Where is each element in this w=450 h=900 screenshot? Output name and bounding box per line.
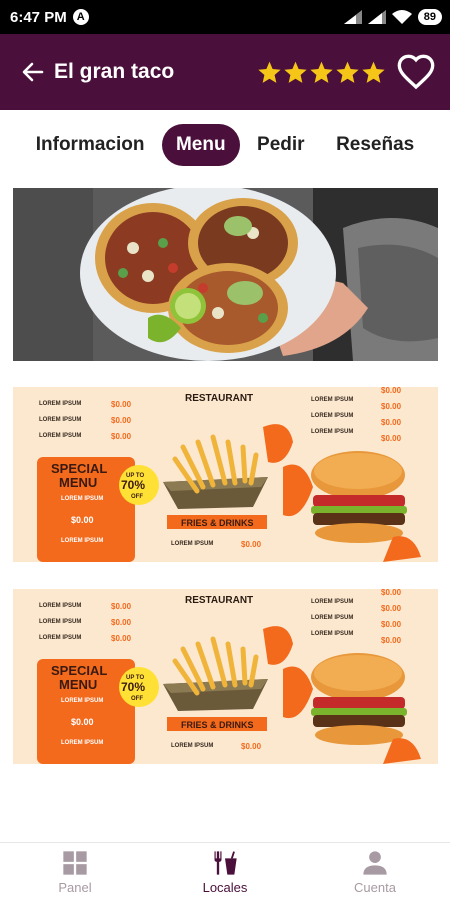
menu-item-price: $0.00 [381,402,402,411]
menu-item-price: $0.00 [111,432,132,441]
menu-item-label: LOREM IPSUM [39,417,81,423]
menu-item-price: $0.00 [241,540,262,549]
menu-item-label: LOREM IPSUM [311,631,353,637]
discount-label: 70% [121,478,145,492]
discount-label: 70% [121,680,145,694]
menu-item-label: LOREM IPSUM [61,740,103,746]
status-time: 6:47 PM [10,8,67,26]
status-indicators: 89 [343,9,442,25]
nav-item-panel[interactable]: Panel [0,843,150,900]
status-bar: 6:47 PM A 89 [0,0,450,34]
menu-label: MENU [59,677,97,692]
rating-stars [257,60,386,85]
menu-label: MENU [59,475,97,490]
nav-label-cuenta: Cuenta [354,879,396,895]
menu-card-image: LOREM IPSUM LOREM IPSUM LOREM IPSUM $0.0… [13,387,438,562]
menu-item-price: $0.00 [71,515,94,525]
menu-item-price: $0.00 [381,387,402,395]
menu-item-label: LOREM IPSUM [61,538,103,544]
menu-card: LOREM IPSUM LOREM IPSUM LOREM IPSUM $0.0… [13,589,438,764]
nav-label-locales: Locales [202,879,248,895]
menu-item-label: LOREM IPSUM [171,541,213,547]
menu-item-label: LOREM IPSUM [61,496,103,502]
menu-item-price: $0.00 [111,602,132,611]
menu-card: LOREM IPSUM LOREM IPSUM LOREM IPSUM $0.0… [13,387,438,562]
menu-item-label: LOREM IPSUM [171,743,213,749]
tab-resenas[interactable]: Reseñas [322,124,428,166]
menu-item-price: $0.00 [381,434,402,443]
menu-item-price: $0.00 [111,618,132,627]
off-label: OFF [131,696,143,702]
menu-item-price: $0.00 [381,604,402,613]
menu-item-label: LOREM IPSUM [311,413,353,419]
status-app-icon: A [72,9,89,25]
menu-item-label: LOREM IPSUM [39,619,81,625]
menu-item-label: LOREM IPSUM [39,433,81,439]
tacos-photo [13,188,438,361]
wifi-icon [391,10,412,24]
menu-item-label: LOREM IPSUM [39,603,81,609]
tab-bar: Informacion Menu Pedir Reseñas [0,120,450,170]
star-icon [284,61,307,83]
menu-item-price: $0.00 [111,400,132,409]
star-icon [310,61,333,83]
fork-cup-icon [214,850,237,875]
menu-item-price: $0.00 [381,636,402,645]
bottom-navigation: Panel Locales Cuenta [0,842,450,900]
menu-item-label: LOREM IPSUM [61,698,103,704]
nav-item-cuenta[interactable]: Cuenta [300,843,450,900]
special-label: SPECIAL [51,663,107,678]
fries-drinks-label: FRIES & DRINKS [181,518,254,528]
special-label: SPECIAL [51,461,107,476]
menu-item-price: $0.00 [111,416,132,425]
menu-item-price: $0.00 [241,742,262,751]
off-label: OFF [131,494,143,500]
app-bar: El gran taco [0,34,450,110]
restaurant-title: RESTAURANT [185,393,253,404]
menu-item-label: LOREM IPSUM [39,635,81,641]
back-arrow-icon[interactable] [18,57,48,87]
grid-icon [63,850,87,875]
nav-item-locales[interactable]: Locales [150,843,300,900]
menu-item-label: LOREM IPSUM [311,615,353,621]
favorite-heart-icon[interactable] [396,52,436,92]
menu-content: LOREM IPSUM LOREM IPSUM LOREM IPSUM $0.0… [13,188,438,764]
menu-item-label: LOREM IPSUM [311,397,353,403]
tacos-image [13,188,438,361]
menu-item-label: LOREM IPSUM [311,429,353,435]
signal-icon [343,10,362,24]
menu-item-price: $0.00 [381,589,402,597]
menu-item-price: $0.00 [381,418,402,427]
fries-drinks-label: FRIES & DRINKS [181,720,254,730]
tab-menu[interactable]: Menu [161,124,240,166]
tab-informacion[interactable]: Informacion [22,124,159,166]
menu-item-label: LOREM IPSUM [311,599,353,605]
tab-pedir[interactable]: Pedir [243,124,319,166]
page-title: El gran taco [54,60,175,83]
menu-card-image: LOREM IPSUM LOREM IPSUM LOREM IPSUM $0.0… [13,589,438,764]
restaurant-title: RESTAURANT [185,595,253,606]
menu-item-price: $0.00 [381,620,402,629]
star-icon [336,61,359,83]
star-icon [362,61,385,83]
menu-item-price: $0.00 [111,634,132,643]
menu-item-label: LOREM IPSUM [39,401,81,407]
person-icon [363,850,387,875]
nav-label-panel: Panel [58,879,92,895]
signal-icon [367,10,386,24]
star-icon [258,61,281,83]
menu-item-price: $0.00 [71,717,94,727]
battery-indicator: 89 [417,9,442,25]
